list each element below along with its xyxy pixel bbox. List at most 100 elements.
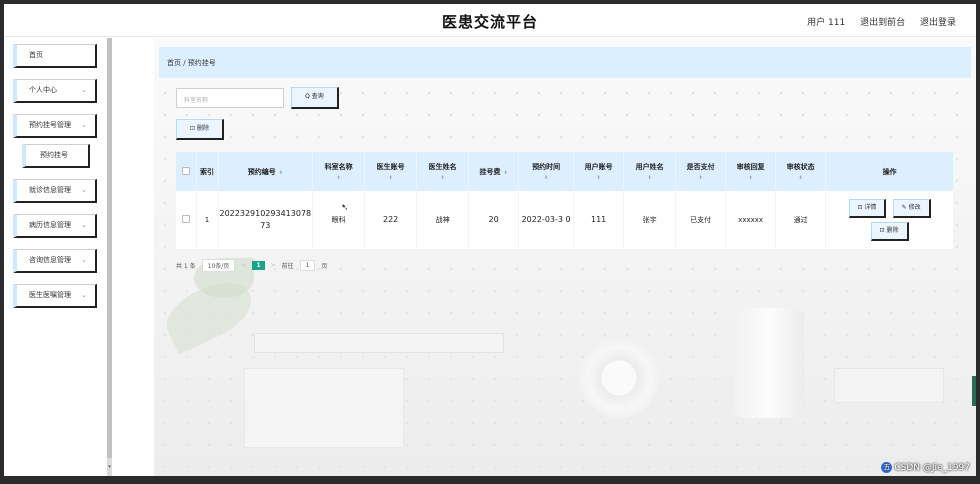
cylinder-decoration — [734, 308, 804, 418]
scrollbar-thumb[interactable] — [107, 38, 112, 458]
col-appointment-no[interactable]: 预约编号 ⬍ — [218, 152, 314, 191]
logout-link[interactable]: 退出登录 — [920, 18, 956, 28]
back-to-front-link[interactable]: 退出到前台 — [860, 18, 905, 28]
col-label: 用户账号 — [584, 163, 613, 171]
col-index: 索引 — [196, 152, 219, 191]
chevron-down-icon: ⌄ — [81, 221, 87, 229]
sidebar-item-consult-mgmt[interactable]: 咨询信息管理 ⌄ — [13, 249, 97, 273]
cell-user-account: 111 — [573, 191, 625, 250]
sort-icon[interactable]: ⬍ — [575, 175, 622, 181]
col-doctor-name[interactable]: 医生姓名 ⬍ — [416, 152, 470, 191]
app-window: 医患交流平台 用户 111 退出到前台 退出登录 首页 个人中心 ⌄ 预约挂号管… — [4, 4, 976, 476]
sidebar-item-advice-mgmt[interactable]: 医生医嘱管理 ⌄ — [13, 284, 97, 308]
sidebar-item-home[interactable]: 首页 — [13, 44, 97, 68]
col-time[interactable]: 预约时间 ⬍ — [518, 152, 575, 191]
sidebar-item-label: 预约挂号 — [40, 151, 68, 159]
top-bar: 医患交流平台 用户 111 退出到前台 退出登录 — [4, 4, 976, 37]
sidebar-scrollbar[interactable]: ▾ — [107, 38, 112, 476]
sidebar-item-appointment-mgmt[interactable]: 预约挂号管理 ⌄ — [13, 114, 97, 138]
col-doctor-account[interactable]: 医生账号 ⬍ — [364, 152, 418, 191]
cell-doctor-account: 222 — [364, 191, 418, 250]
batch-delete-button[interactable]: ⊡ 删除 — [176, 119, 224, 140]
watermark-text: CSDN @Jie_1997 — [894, 463, 970, 473]
scroll-down-icon[interactable]: ▾ — [107, 464, 112, 476]
top-links: 用户 111 退出到前台 退出登录 — [795, 15, 956, 28]
edit-button[interactable]: ✎ 修改 — [892, 198, 931, 218]
watermark-logo: 五 — [881, 462, 893, 473]
tape-roll-decoration — [579, 338, 659, 418]
cell-time: 2022-03-3 0 — [518, 191, 575, 250]
query-button[interactable]: Q 查询 — [291, 87, 339, 109]
sidebar-item-label: 预约挂号管理 — [29, 121, 71, 129]
sidebar-item-personal-center[interactable]: 个人中心 ⌄ — [13, 79, 97, 103]
select-all-checkbox[interactable] — [181, 166, 190, 175]
next-page-icon[interactable]: > — [271, 262, 276, 269]
sidebar-item-appointment[interactable]: 预约挂号 — [22, 144, 90, 168]
col-department[interactable]: 科室名称 ⬍ — [312, 152, 366, 191]
sidebar: 首页 个人中心 ⌄ 预约挂号管理 ⌄ 预约挂号 就诊信息管理 ⌄ 病历信息管理 … — [4, 38, 102, 476]
pagination: 共 1 条 10条/页 < 1 > 前往 1 页 — [176, 258, 333, 272]
col-user-name[interactable]: 用户姓名 ⬍ — [623, 152, 677, 191]
breadcrumb: 首页 / 预约挂号 — [159, 47, 971, 78]
sidebar-item-label: 医生医嘱管理 — [29, 291, 71, 299]
sort-icon[interactable]: ⬍ — [314, 175, 363, 181]
col-label: 医生账号 — [376, 163, 405, 171]
cell-department: 眼科 — [312, 191, 366, 250]
col-label: 用户姓名 — [635, 163, 664, 171]
cell-operations: ⊡ 详情 ✎ 修改 ⊡ 删除 — [825, 191, 954, 250]
watermark: 五 CSDN @Jie_1997 — [881, 462, 970, 473]
detail-button[interactable]: ⊡ 详情 — [848, 198, 887, 218]
department-search-input[interactable]: 科室名称 — [176, 88, 284, 108]
chevron-down-icon: ⌄ — [81, 256, 87, 264]
col-label: 预约时间 — [532, 163, 561, 171]
appointment-table: 索引 预约编号 ⬍ 科室名称 ⬍ 医生账号 ⬍ 医生姓名 ⬍ 挂号费 ⬍ 预约时间 ⬍ 用户… — [176, 152, 954, 250]
sidebar-item-label: 个人中心 — [29, 86, 57, 94]
sort-icon[interactable]: ⬍ — [279, 170, 283, 176]
cell-appointment-no: 202232910293413078 73 — [218, 191, 314, 250]
mouse-cursor-icon: ➷ — [341, 203, 349, 213]
sort-icon[interactable]: ⬍ — [504, 170, 508, 176]
select-all-cell — [176, 152, 197, 191]
col-review-reply[interactable]: 审核回复 ⬍ — [725, 152, 777, 191]
shelf-decoration — [254, 333, 504, 353]
goto-label: 前往 — [281, 262, 294, 270]
sort-icon[interactable]: ⬍ — [418, 175, 467, 181]
page-size-select[interactable]: 10条/页 — [201, 258, 236, 272]
box-decoration — [244, 368, 404, 448]
chevron-down-icon: ⌄ — [81, 291, 87, 299]
side-handle[interactable] — [972, 376, 976, 406]
col-label: 审核回复 — [736, 163, 765, 171]
cell-review-status: 通过 — [775, 191, 827, 250]
col-label: 预约编号 — [247, 167, 276, 176]
sidebar-item-label: 就诊信息管理 — [29, 186, 71, 194]
delete-button[interactable]: ⊡ 删除 — [870, 221, 909, 241]
sidebar-item-visit-mgmt[interactable]: 就诊信息管理 ⌄ — [13, 179, 97, 203]
goto-page-input[interactable]: 1 — [299, 259, 316, 271]
cell-doctor-name: 战神 — [416, 191, 470, 250]
table-header-row: 索引 预约编号 ⬍ 科室名称 ⬍ 医生账号 ⬍ 医生姓名 ⬍ 挂号费 ⬍ 预约时间 ⬍ 用户… — [176, 152, 954, 191]
col-paid[interactable]: 是否支付 ⬍ — [675, 152, 727, 191]
row-select-cell — [176, 191, 197, 250]
sort-icon[interactable]: ⬍ — [625, 175, 674, 181]
chevron-down-icon: ⌄ — [81, 86, 87, 94]
sort-icon[interactable]: ⬍ — [366, 175, 415, 181]
cell-review-reply: xxxxxx — [725, 191, 777, 250]
col-fee[interactable]: 挂号费 ⬍ — [468, 152, 520, 191]
page-number-current[interactable]: 1 — [252, 260, 265, 270]
page-suffix: 页 — [321, 262, 328, 270]
col-review-status[interactable]: 审核状态 ⬍ — [775, 152, 827, 191]
user-label[interactable]: 用户 111 — [807, 18, 845, 28]
sort-icon[interactable]: ⬍ — [777, 175, 824, 181]
sort-icon[interactable]: ⬍ — [677, 175, 724, 181]
sidebar-item-record-mgmt[interactable]: 病历信息管理 ⌄ — [13, 214, 97, 238]
sort-icon[interactable]: ⬍ — [520, 175, 572, 181]
row-checkbox[interactable] — [181, 214, 190, 223]
sidebar-item-label: 病历信息管理 — [29, 221, 71, 229]
chevron-down-icon: ⌄ — [81, 186, 87, 194]
sort-icon[interactable]: ⬍ — [727, 175, 774, 181]
col-user-account[interactable]: 用户账号 ⬍ — [573, 152, 625, 191]
cell-index: 1 — [196, 191, 219, 250]
prev-page-icon[interactable]: < — [241, 262, 246, 269]
main-content: 首页 / 预约挂号 科室名称 Q 查询 ⊡ 删除 索引 预约编号 ⬍ 科室名称 ⬍ … — [154, 38, 976, 476]
col-label: 医生姓名 — [428, 163, 457, 171]
